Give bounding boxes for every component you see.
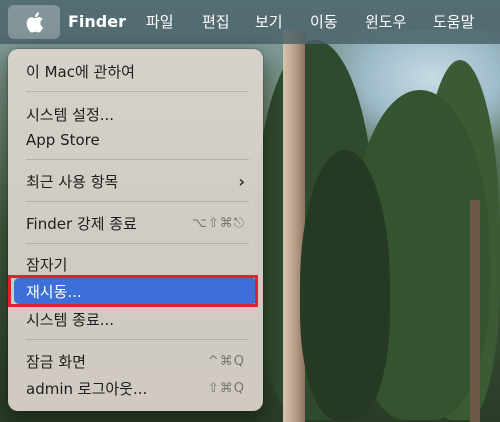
keyboard-shortcut: ⌥⇧⌘⎋ — [191, 215, 245, 231]
wallpaper-tree — [300, 150, 390, 420]
menu-help[interactable]: 도움말 — [433, 0, 474, 44]
menu-item-lock-screen[interactable]: 잠금 화면 ^⌘Q — [14, 348, 257, 374]
apple-menu-button[interactable] — [8, 5, 60, 39]
menu-item-logout[interactable]: admin 로그아웃... ⇧⌘Q — [14, 375, 257, 401]
menu-item-label: Finder 강제 종료 — [26, 214, 137, 233]
menu-item-about[interactable]: 이 Mac에 관하여 — [14, 58, 257, 84]
menu-separator — [26, 91, 249, 92]
menu-file[interactable]: 파일 — [146, 0, 174, 44]
wallpaper-trunk — [470, 200, 480, 422]
menu-item-shutdown[interactable]: 시스템 종료... — [14, 306, 257, 332]
menu-item-app-store[interactable]: App Store — [14, 127, 257, 153]
menu-item-label: admin 로그아웃... — [26, 379, 148, 398]
menu-item-label: 시스템 설정... — [26, 105, 115, 124]
menu-item-label: 최근 사용 항목 — [26, 172, 119, 191]
menu-item-force-quit[interactable]: Finder 강제 종료 ⌥⇧⌘⎋ — [14, 210, 257, 236]
menu-separator — [26, 159, 249, 160]
menu-go[interactable]: 이동 — [310, 0, 338, 44]
menu-edit[interactable]: 편집 — [202, 0, 230, 44]
menu-separator — [26, 243, 249, 244]
menu-item-label: 시스템 종료... — [26, 310, 115, 329]
apple-dropdown-menu: 이 Mac에 관하여 시스템 설정... App Store 최근 사용 항목 … — [8, 49, 263, 411]
menu-item-system-settings[interactable]: 시스템 설정... — [14, 101, 257, 127]
chevron-right-icon: › — [238, 171, 245, 191]
menu-item-sleep[interactable]: 잠자기 — [14, 251, 257, 277]
keyboard-shortcut: ⇧⌘Q — [207, 380, 245, 396]
menu-separator — [26, 339, 249, 340]
menu-item-recent-items[interactable]: 최근 사용 항목 › — [14, 168, 257, 194]
annotation-highlight-box — [8, 275, 258, 307]
menu-item-label: 이 Mac에 관하여 — [26, 62, 135, 81]
menu-item-label: App Store — [26, 131, 100, 149]
keyboard-shortcut: ^⌘Q — [207, 353, 245, 369]
menu-view[interactable]: 보기 — [255, 0, 283, 44]
menu-item-label: 잠자기 — [26, 255, 68, 274]
menu-separator — [26, 201, 249, 202]
wallpaper-trunk — [283, 30, 305, 422]
menu-window[interactable]: 윈도우 — [365, 0, 406, 44]
apple-logo-icon — [26, 11, 44, 33]
menu-finder[interactable]: Finder — [68, 0, 126, 44]
menu-bar: Finder 파일 편집 보기 이동 윈도우 도움말 — [0, 0, 500, 44]
menu-item-label: 잠금 화면 — [26, 352, 86, 371]
